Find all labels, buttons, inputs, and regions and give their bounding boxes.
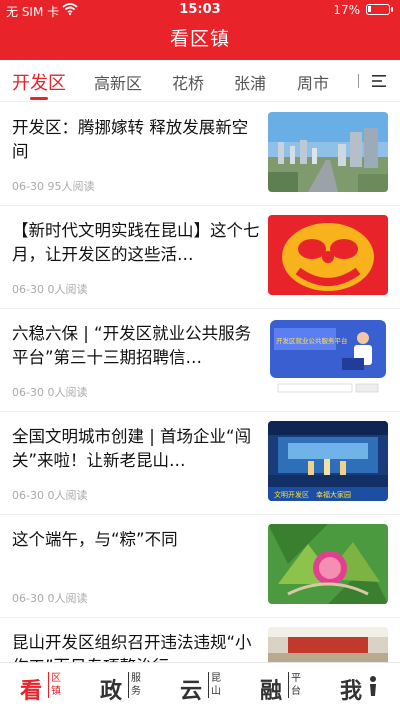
article-title: 开发区：腾挪嫁转 释放发展新空间	[12, 118, 249, 161]
list-item[interactable]: 全国文明城市创建 | 首场企业“闯关”来啦！让新老昆山… 06-30 0人阅读 …	[0, 412, 400, 515]
nav-sublabel: 区镇	[48, 672, 61, 698]
battery-fill	[368, 6, 371, 12]
active-tab-indicator	[30, 97, 48, 100]
nav-label: 政	[100, 679, 123, 704]
menu-icon[interactable]	[370, 73, 388, 89]
tab-zhoushi[interactable]: 周市	[297, 70, 329, 94]
list-item[interactable]: 这个端午，与“粽”不同 06-30 0人阅读	[0, 515, 400, 618]
article-title: 六稳六保 | “开发区就业公共服务平台”第三十三期招聘信…	[12, 324, 252, 367]
zongzi-thumbnail	[268, 524, 388, 604]
article-title: 全国文明城市创建 | 首场企业“闯关”来啦！让新老昆山…	[12, 427, 252, 470]
nav-sublabel: 平台	[288, 672, 301, 698]
nav-label: 云	[180, 679, 203, 704]
meeting-room-thumbnail	[268, 627, 388, 663]
page-title: 看区镇	[169, 28, 230, 50]
battery-percent: 17%	[333, 3, 360, 17]
city-skyline-thumbnail	[268, 112, 388, 192]
tab-kaifaqu[interactable]: 开发区	[12, 69, 66, 95]
list-item[interactable]: 开发区：腾挪嫁转 释放发展新空间 06-30 95人阅读	[0, 103, 400, 206]
stage-event-thumbnail: 文明开发区 幸福大家园	[268, 421, 388, 501]
nav-sublabel: 服务	[128, 672, 141, 698]
article-list: 开发区：腾挪嫁转 释放发展新空间 06-30 95人阅读 【新时代文明实践在昆山…	[0, 103, 400, 663]
article-meta: 06-30 0人阅读	[12, 489, 88, 502]
nav-label: 融	[260, 679, 283, 704]
app-header: 无 SIM 卡 15:03 17% 看区镇	[0, 0, 400, 60]
list-item[interactable]: 昆山开发区组织召开违法违规“小作工”百日专项整治行…	[0, 618, 400, 663]
nav-sublabel: 昆山	[208, 672, 221, 698]
job-platform-thumbnail: 开发区就业公共服务平台	[268, 318, 388, 398]
civilization-logo-thumbnail	[268, 215, 388, 295]
region-tabs: 开发区 高新区 花桥 张浦 周市	[0, 60, 400, 102]
thumb-caption: 文明开发区 幸福大家园	[274, 490, 351, 499]
list-item[interactable]: 【新时代文明实践在昆山】这个七月，让开发区的这些活… 06-30 0人阅读	[0, 206, 400, 309]
article-title: 昆山开发区组织召开违法违规“小作工”百日专项整治行…	[12, 633, 252, 663]
nav-label: 看	[20, 679, 43, 704]
tab-gaoxinqu[interactable]: 高新区	[94, 70, 142, 94]
nav-label: 我	[340, 679, 363, 704]
status-bar: 无 SIM 卡 15:03 17%	[0, 0, 400, 20]
tab-huaqiao[interactable]: 花桥	[172, 70, 204, 94]
article-title: 这个端午，与“粽”不同	[12, 530, 178, 549]
article-meta: 06-30 95人阅读	[12, 180, 95, 193]
tab-divider	[358, 74, 359, 88]
article-meta: 06-30 0人阅读	[12, 283, 88, 296]
person-icon	[370, 676, 376, 696]
tab-zhangpu[interactable]: 张浦	[234, 70, 266, 94]
thumb-caption: 开发区就业公共服务平台	[276, 336, 348, 345]
article-title: 【新时代文明实践在昆山】这个七月，让开发区的这些活…	[12, 221, 260, 264]
list-item[interactable]: 六稳六保 | “开发区就业公共服务平台”第三十三期招聘信… 06-30 0人阅读…	[0, 309, 400, 412]
article-meta: 06-30 0人阅读	[12, 592, 88, 605]
battery-icon	[366, 4, 393, 15]
article-meta: 06-30 0人阅读	[12, 386, 88, 399]
bottom-nav: 看 区镇 政 服务 云 昆山 融 平台 我	[0, 662, 400, 710]
